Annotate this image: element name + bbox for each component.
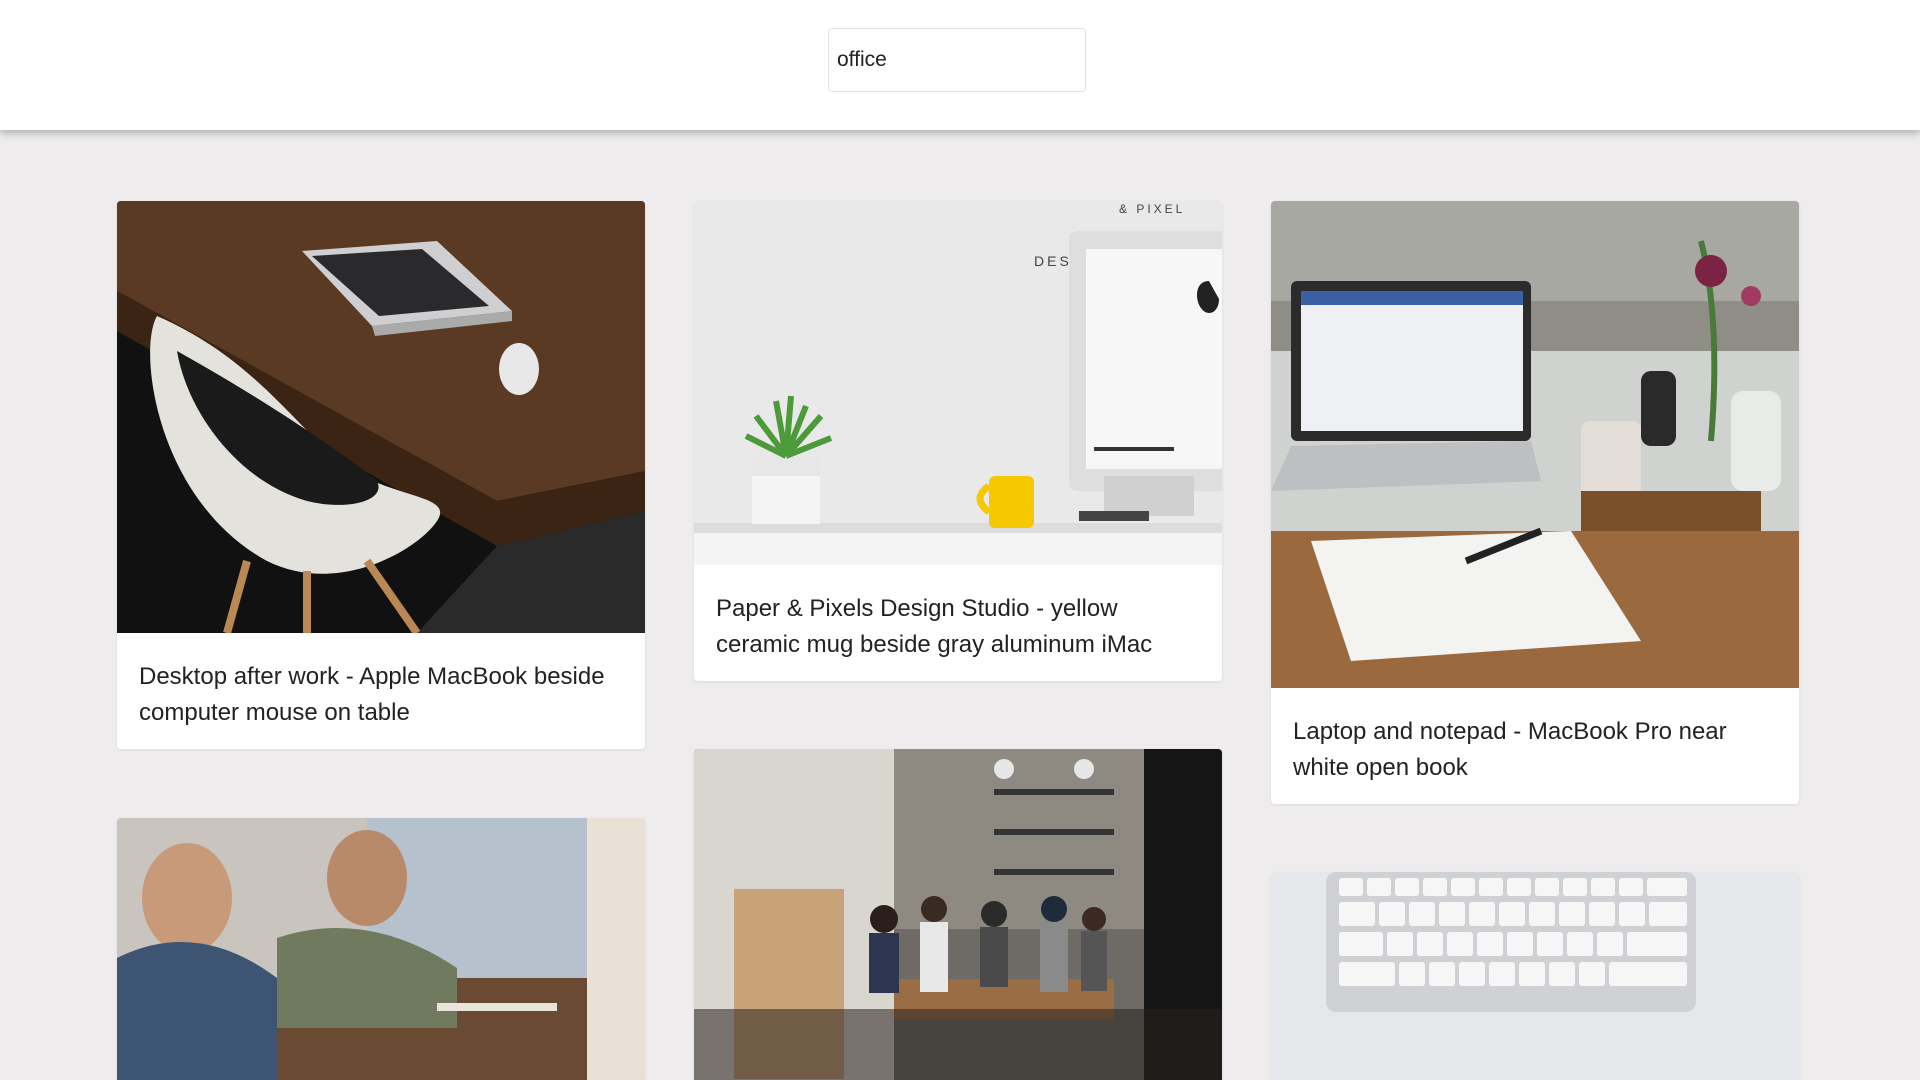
svg-text:DES: DES [1034,253,1072,269]
search-input[interactable] [828,28,1086,92]
photo-card[interactable] [694,749,1222,1080]
photo-caption: Paper & Pixels Design Studio - yellow ce… [716,595,1153,658]
photo-team-meeting[interactable] [117,818,645,1080]
photo-desk-macbook[interactable] [117,201,645,633]
top-bar [0,0,1920,130]
photo-card[interactable]: Laptop and notepad - MacBook Pro near wh… [1271,201,1799,804]
photo-card[interactable]: DES & PIXEL Paper & Pixels Design Studio… [694,201,1222,681]
photo-caption: Desktop after work - Apple MacBook besid… [139,663,605,726]
photo-card[interactable]: Desktop after work - Apple MacBook besid… [117,201,645,749]
svg-text:& PIXEL: & PIXEL [1119,202,1185,216]
photo-imac-mug[interactable]: DES & PIXEL [694,201,1222,565]
photo-white-keyboard[interactable] [1271,872,1799,1080]
photo-card[interactable] [117,818,645,1080]
photo-caption: Laptop and notepad - MacBook Pro near wh… [1293,718,1727,781]
photo-laptop-notepad[interactable] [1271,201,1799,688]
photo-card[interactable] [1271,872,1799,1080]
photo-cafe-office[interactable] [694,749,1222,1080]
